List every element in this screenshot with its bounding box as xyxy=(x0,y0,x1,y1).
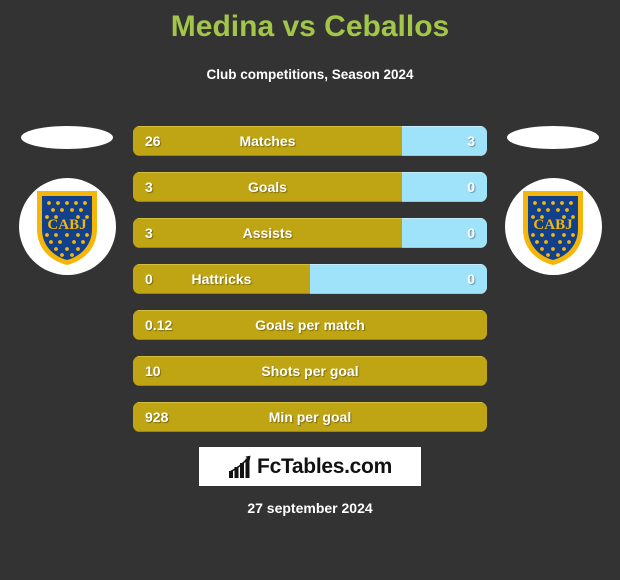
stat-value-away: 3 xyxy=(467,133,475,149)
stat-row: 10 Shots per goal xyxy=(133,356,487,386)
fctables-wordmark: FcTables.com xyxy=(257,455,392,478)
stat-value-away: 0 xyxy=(467,225,475,241)
fctables-logo[interactable]: FcTables.com xyxy=(199,447,421,486)
svg-text:CABJ: CABJ xyxy=(47,217,87,233)
page-title: Medina vs Ceballos xyxy=(170,10,450,43)
stat-label: Min per goal xyxy=(268,409,352,425)
stat-value-away: 0 xyxy=(467,179,475,195)
cabj-crest-icon: CABJ xyxy=(37,190,97,265)
stat-label: Goals per match xyxy=(255,317,365,333)
away-team-crest-disc: CABJ xyxy=(504,178,602,275)
cabj-crest-icon: CABJ xyxy=(523,190,583,265)
stat-label: Shots per goal xyxy=(261,363,359,379)
home-team-name-plate xyxy=(21,126,113,149)
svg-text:CABJ: CABJ xyxy=(533,217,573,233)
home-team-crest-column: CABJ xyxy=(8,124,126,284)
stat-bar-away-segment xyxy=(310,264,487,294)
page-subtitle: Club competitions, Season 2024 xyxy=(206,67,414,82)
footer-date: 27 september 2024 xyxy=(247,500,373,516)
header: Medina vs Ceballos Club competitions, Se… xyxy=(0,0,620,84)
stat-row: 928 Min per goal xyxy=(133,402,487,432)
stat-row: 3 0 Goals xyxy=(133,172,487,202)
stats-comparison-list: 26 3 Matches 3 0 Goals 3 0 Assists 0 0 Hattricks 0.1… xyxy=(133,126,487,448)
home-team-crest-disc: CABJ xyxy=(18,178,116,275)
stat-row: 0 0 Hattricks xyxy=(133,264,487,294)
stat-row: 0.12 Goals per match xyxy=(133,310,487,340)
stat-row: 26 3 Matches xyxy=(133,126,487,156)
stat-label: Matches xyxy=(239,133,296,149)
bar-chart-growth-icon xyxy=(229,455,251,478)
away-team-crest-column: CABJ xyxy=(494,124,612,284)
away-team-name-plate xyxy=(507,126,599,149)
stat-label: Goals xyxy=(248,179,287,195)
stat-label: Assists xyxy=(242,225,293,241)
stat-label: Hattricks xyxy=(191,271,252,287)
stat-value-away: 0 xyxy=(467,271,475,287)
stat-row: 3 0 Assists xyxy=(133,218,487,248)
